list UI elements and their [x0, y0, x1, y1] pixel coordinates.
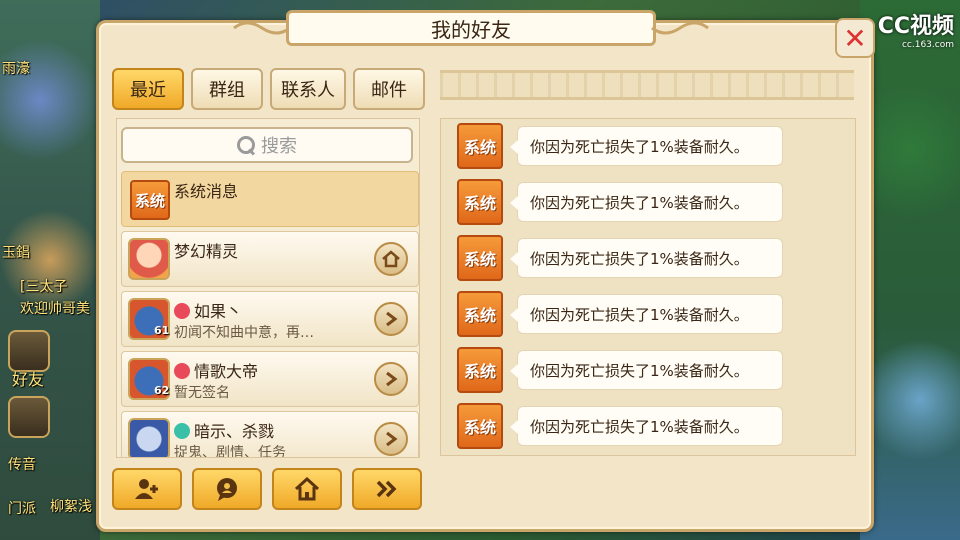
message-bubble: 你因为死亡损失了1%装备耐久。 [510, 406, 783, 446]
avatar [128, 418, 170, 457]
message-bubble: 你因为死亡损失了1%装备耐久。 [510, 182, 783, 222]
contact-name: 梦幻精灵 [174, 242, 239, 261]
message-item: 系统 你因为死亡损失了1%装备耐久。 [457, 291, 783, 337]
message-bubble: 你因为死亡损失了1%装备耐久。 [510, 294, 783, 334]
title-ornament-left-icon [233, 21, 291, 35]
contact-name-text: 暗示、杀戮 [194, 422, 275, 441]
contact-signature: 捉鬼、剧情、任务 [174, 445, 286, 458]
open-chat-button[interactable] [374, 422, 408, 456]
contact-name-text: 情歌大帝 [194, 362, 259, 381]
message-item: 系统 你因为死亡损失了1%装备耐久。 [457, 347, 783, 393]
home-button[interactable] [374, 242, 408, 276]
gender-icon [174, 303, 190, 319]
contact-row-sprite[interactable]: 梦幻精灵 [121, 231, 419, 287]
contact-name-text: 如果丶 [194, 302, 243, 321]
system-badge: 系统 [457, 347, 503, 393]
tab-mail[interactable]: 邮件 [353, 68, 425, 110]
chat-line-1: 柳絮浅 [50, 499, 92, 515]
gender-icon [174, 363, 190, 379]
channel-label-2: 门派 [8, 501, 36, 517]
close-button[interactable]: ✕ [835, 18, 875, 58]
tab-groups[interactable]: 群组 [191, 68, 263, 110]
system-badge: 系统 [457, 179, 503, 225]
decorative-pattern [440, 70, 854, 100]
search-input[interactable]: 搜索 [121, 127, 413, 163]
panel-title: 我的好友 [286, 10, 656, 46]
level-badge: 62 [154, 384, 170, 397]
channel-label-1: 传音 [8, 457, 36, 473]
open-chat-button[interactable] [374, 302, 408, 336]
side-text-3: 欢迎帅哥美 [20, 301, 90, 317]
side-text-1: 雨濠 [2, 61, 30, 77]
friend-tabs: 最近 群组 联系人 邮件 [112, 68, 425, 110]
message-bubble: 你因为死亡损失了1%装备耐久。 [510, 126, 783, 166]
tab-contacts[interactable]: 联系人 [270, 68, 346, 110]
more-button[interactable] [352, 468, 422, 510]
side-text-4: 玉錩 [2, 245, 30, 261]
system-badge: 系统 [130, 180, 170, 220]
open-chat-button[interactable] [374, 362, 408, 396]
message-list: 系统 你因为死亡损失了1%装备耐久。 系统 你因为死亡损失了1%装备耐久。 系统… [440, 118, 856, 456]
message-bubble: 你因为死亡损失了1%装备耐久。 [510, 238, 783, 278]
watermark-url: cc.163.com [901, 40, 954, 50]
message-item: 系统 你因为死亡损失了1%装备耐久。 [457, 179, 783, 225]
chevron-right-icon [386, 371, 398, 387]
bottom-toolbar [112, 468, 422, 510]
chevron-right-icon [386, 431, 398, 447]
search-icon [237, 136, 255, 154]
level-badge: 61 [154, 324, 170, 337]
chat-button[interactable] [192, 468, 262, 510]
message-item: 系统 你因为死亡损失了1%装备耐久。 [457, 235, 783, 281]
title-ornament-right-icon [651, 21, 709, 35]
contact-signature: 暂无签名 [174, 385, 230, 401]
side-text-2: [三太子 [20, 279, 68, 295]
system-badge: 系统 [457, 123, 503, 169]
contact-row[interactable]: 暗示、杀戮 捉鬼、剧情、任务 [121, 411, 419, 458]
avatar [128, 238, 170, 280]
system-badge: 系统 [457, 291, 503, 337]
contact-name: 暗示、杀戮 [174, 418, 274, 442]
chevron-right-icon [386, 311, 398, 327]
contact-name: 系统消息 [174, 182, 239, 201]
watermark-main: CC视频 [877, 14, 954, 39]
home-button[interactable] [272, 468, 342, 510]
chat-bubble-icon [217, 478, 237, 501]
tab-recent[interactable]: 最近 [112, 68, 184, 110]
chat-side-icon[interactable] [8, 396, 50, 438]
game-scene-right [860, 0, 960, 540]
message-bubble: 你因为死亡损失了1%装备耐久。 [510, 350, 783, 390]
system-badge: 系统 [457, 403, 503, 449]
contact-name: 如果丶 [174, 298, 242, 322]
message-item: 系统 你因为死亡损失了1%装备耐久。 [457, 123, 783, 169]
recent-contact-list: 搜索 系统 系统消息 梦幻精灵 61 如果丶 初闻不知曲中意，再… 62 情歌大… [116, 118, 420, 458]
home-icon [294, 477, 320, 501]
contact-signature: 初闻不知曲中意，再… [174, 325, 314, 341]
contact-row-system[interactable]: 系统 系统消息 [121, 171, 419, 227]
contact-name: 情歌大帝 [174, 358, 258, 382]
system-badge: 系统 [457, 235, 503, 281]
cc-watermark: CC视频 cc.163.com [878, 8, 954, 50]
add-friend-button[interactable] [112, 468, 182, 510]
search-placeholder: 搜索 [261, 136, 297, 157]
contact-row[interactable]: 62 情歌大帝 暂无签名 [121, 351, 419, 407]
home-icon [382, 250, 400, 268]
message-item: 系统 你因为死亡损失了1%装备耐久。 [457, 403, 783, 449]
gender-icon [174, 423, 190, 439]
double-chevron-icon [376, 480, 397, 498]
add-user-icon [135, 479, 158, 499]
contact-row[interactable]: 61 如果丶 初闻不知曲中意，再… [121, 291, 419, 347]
friends-side-label: 好友 [12, 370, 45, 389]
